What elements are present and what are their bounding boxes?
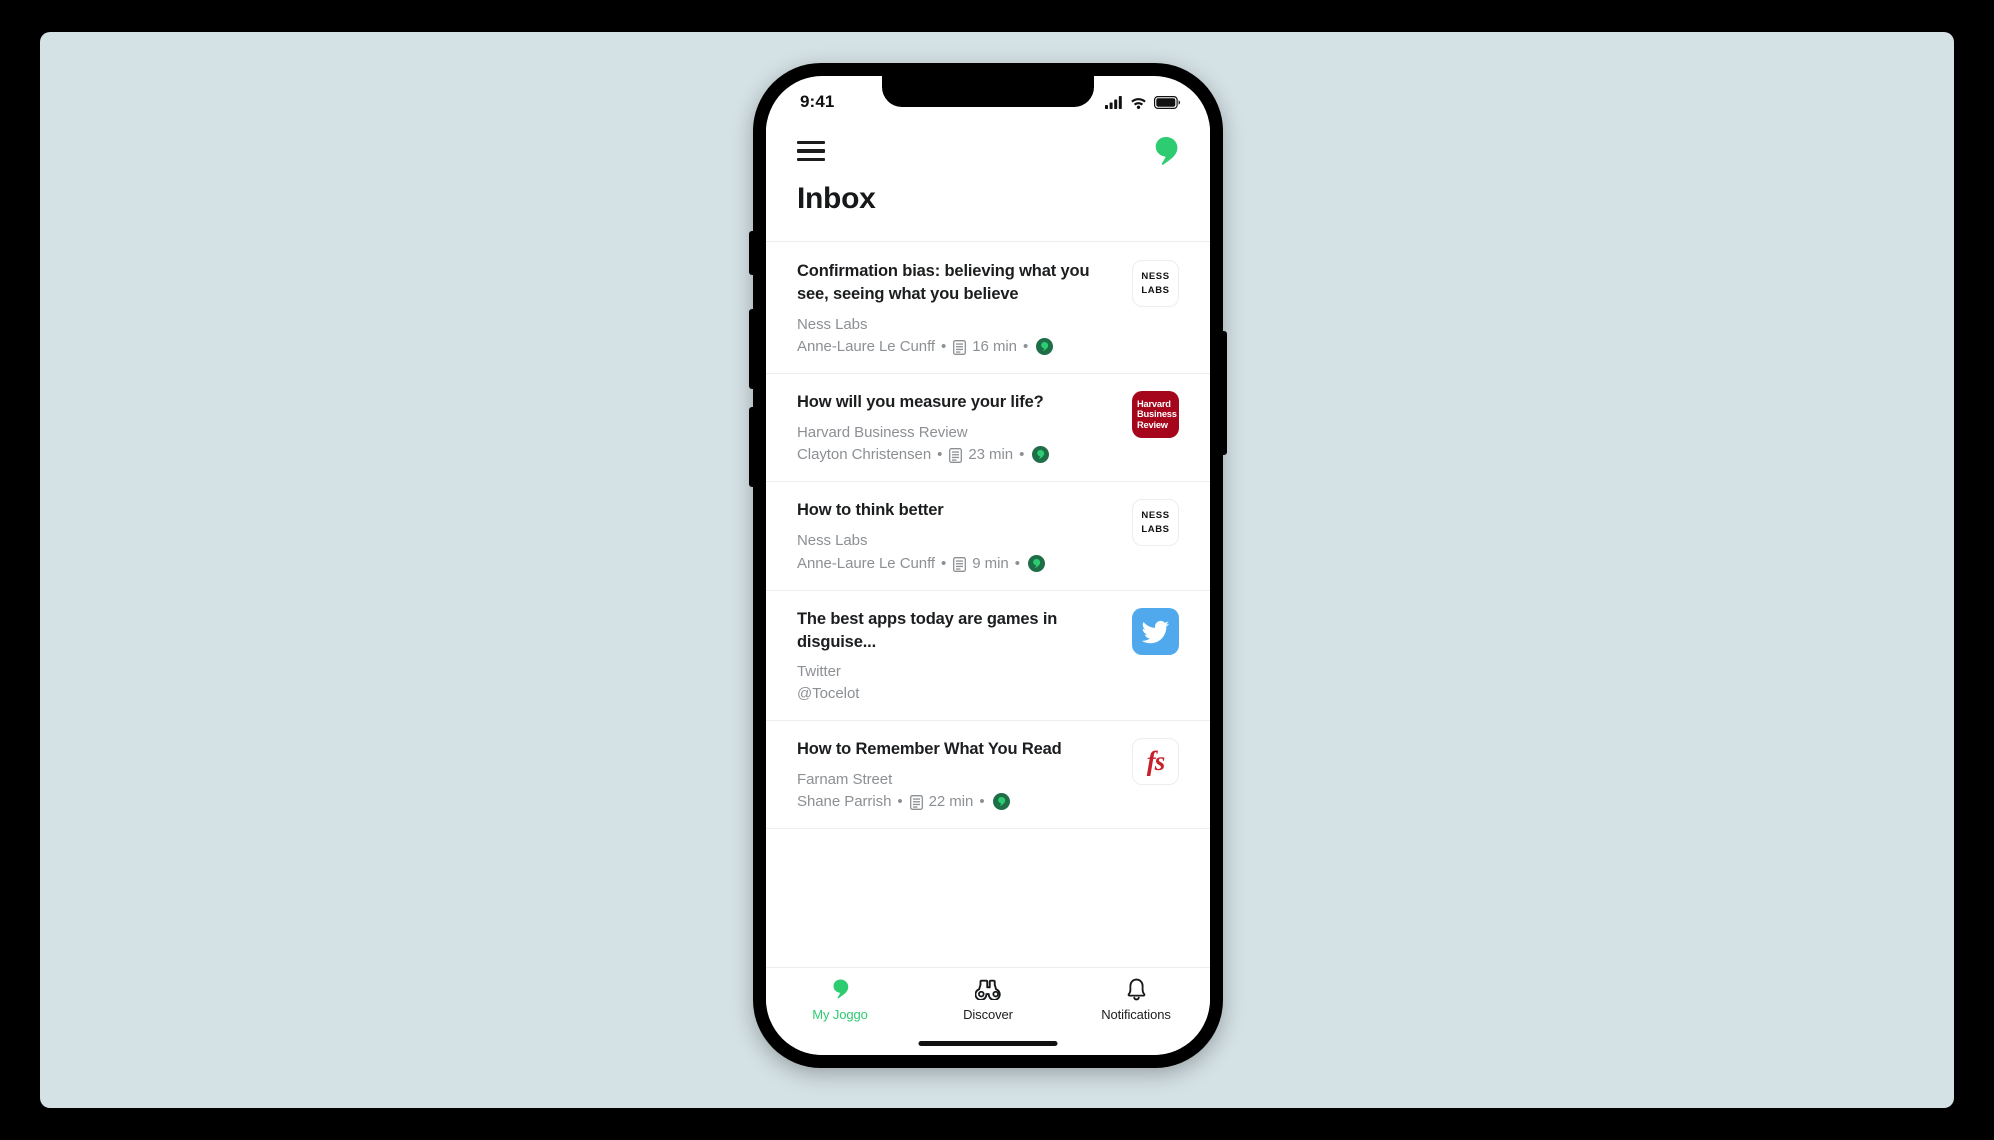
list-item[interactable]: How to Remember What You Read Farnam Str… xyxy=(766,721,1210,830)
binoculars-icon xyxy=(974,977,1002,1001)
cellular-signal-icon xyxy=(1105,95,1122,109)
phone-power-button[interactable] xyxy=(1222,331,1227,455)
list-item[interactable]: How to think better Ness Labs Anne-Laure… xyxy=(766,482,1210,591)
joggo-read-badge-icon xyxy=(1032,446,1050,464)
article-title: The best apps today are games in disguis… xyxy=(797,609,1058,651)
article-meta: Clayton Christensen • 23 min • xyxy=(797,444,1118,465)
thumb-text-line2: LABS xyxy=(1141,284,1170,296)
hamburger-bar xyxy=(797,140,825,144)
article-read-time: 22 min xyxy=(928,793,974,811)
article-source: Ness Labs xyxy=(797,315,868,333)
joggo-comma-logo-icon[interactable] xyxy=(1152,135,1180,167)
article-title: How to think better xyxy=(797,501,944,520)
list-item-text: How to Remember What You Read Farnam Str… xyxy=(797,738,1118,812)
article-title: Confirmation bias: believing what you se… xyxy=(797,262,1090,303)
tab-label: Notifications xyxy=(1101,1007,1171,1022)
battery-icon xyxy=(1154,95,1180,109)
phone-volume-up-button[interactable] xyxy=(749,309,754,389)
phone-screen: 9:41 Inbox Confirmation bias: believing … xyxy=(766,76,1210,1055)
thumb-text-line1: NESS xyxy=(1141,271,1170,282)
tab-label: Discover xyxy=(963,1007,1013,1022)
app-header xyxy=(766,122,1210,180)
tab-discover[interactable]: Discover xyxy=(914,977,1062,1022)
list-item-text: Confirmation bias: believing what you se… xyxy=(797,260,1118,357)
thumb-text-line2: Business xyxy=(1137,409,1177,420)
page-title-row: Inbox xyxy=(766,180,1210,242)
joggo-read-badge-icon xyxy=(1027,554,1045,572)
status-bar: 9:41 xyxy=(766,76,1210,122)
article-thumbnail-twitter xyxy=(1132,607,1179,655)
hamburger-menu-icon[interactable] xyxy=(797,140,825,162)
inbox-article-list[interactable]: Confirmation bias: believing what you se… xyxy=(766,243,1210,967)
joggo-read-badge-icon xyxy=(1036,337,1054,355)
article-source: Farnam Street xyxy=(797,770,893,788)
tab-my-joggo[interactable]: My Joggo xyxy=(766,977,914,1022)
article-author: Shane Parrish xyxy=(797,793,892,811)
phone-silent-switch[interactable] xyxy=(749,231,754,275)
article-thumbnail-farnam-street: fs xyxy=(1132,737,1179,785)
article-author: Anne-Laure Le Cunff xyxy=(797,554,936,572)
meta-separator: • xyxy=(941,337,947,355)
thumb-text-line3: Review xyxy=(1137,419,1168,430)
article-thumbnail-ness-labs: NESS LABS xyxy=(1132,260,1179,307)
tab-notifications[interactable]: Notifications xyxy=(1062,977,1210,1022)
home-indicator[interactable] xyxy=(918,1041,1058,1046)
article-author: @Tocelot xyxy=(797,684,860,702)
meta-separator: • xyxy=(979,793,985,811)
article-title: How will you measure your life? xyxy=(797,393,1044,412)
joggo-comma-icon xyxy=(831,977,850,1001)
screenshot-root: 9:41 Inbox Confirmation bias: believing … xyxy=(0,0,1994,1140)
article-document-icon xyxy=(953,340,967,355)
list-item-text: The best apps today are games in disguis… xyxy=(797,608,1118,704)
article-meta: Anne-Laure Le Cunff • xyxy=(797,336,1118,357)
bell-icon xyxy=(1126,977,1147,1001)
thumb-text-line1: NESS xyxy=(1141,510,1170,522)
article-author: Clayton Christensen xyxy=(797,446,932,464)
article-read-time: 9 min xyxy=(972,554,1009,572)
twitter-bird-icon xyxy=(1141,620,1170,644)
meta-separator: • xyxy=(1022,337,1029,355)
article-author: Anne-Laure Le Cunff xyxy=(797,337,936,355)
article-document-icon xyxy=(909,795,923,811)
thumb-text-line1: Harvard xyxy=(1137,399,1171,410)
article-source: Ness Labs xyxy=(797,532,868,550)
list-item-text: How will you measure your life? Harvard … xyxy=(797,391,1118,465)
list-item[interactable]: How will you measure your life? Harvard … xyxy=(766,374,1210,483)
phone-volume-down-button[interactable] xyxy=(749,407,754,487)
list-item[interactable]: Confirmation bias: believing what you se… xyxy=(766,243,1210,375)
article-meta: Shane Parrish • 22 min • xyxy=(797,791,1118,812)
phone-device-mockup: 9:41 Inbox Confirmation bias: believing … xyxy=(749,63,1227,1068)
page-title: Inbox xyxy=(797,182,876,215)
status-bar-icons xyxy=(1105,95,1180,109)
article-thumbnail-harvard-business-review: Harvard Business Review xyxy=(1132,391,1179,439)
meta-separator: • xyxy=(897,793,903,811)
status-bar-time: 9:41 xyxy=(800,92,835,111)
article-document-icon xyxy=(949,448,963,464)
meta-separator: • xyxy=(1019,446,1025,464)
thumb-text-line2: LABS xyxy=(1141,523,1170,535)
meta-separator: • xyxy=(937,446,943,464)
tab-label: My Joggo xyxy=(812,1007,868,1022)
thumb-text-line1: fs xyxy=(1146,745,1165,776)
article-document-icon xyxy=(953,556,967,572)
article-title: How to Remember What You Read xyxy=(797,739,1062,758)
article-thumbnail-ness-labs: NESS LABS xyxy=(1132,499,1179,547)
hamburger-bar xyxy=(797,158,825,162)
list-item[interactable]: The best apps today are games in disguis… xyxy=(766,591,1210,721)
article-source: Twitter xyxy=(797,663,841,681)
article-read-time: 16 min xyxy=(972,337,1017,355)
wifi-icon xyxy=(1131,97,1146,109)
meta-separator: • xyxy=(941,554,947,572)
meta-separator: • xyxy=(1014,554,1020,572)
article-source: Harvard Business Review xyxy=(797,423,968,441)
list-item-text: How to think better Ness Labs Anne-Laure… xyxy=(797,499,1118,573)
hamburger-bar xyxy=(797,149,825,153)
joggo-read-badge-icon xyxy=(992,793,1010,811)
article-meta: Anne-Laure Le Cunff • xyxy=(797,553,1118,574)
article-read-time: 23 min xyxy=(968,446,1014,464)
